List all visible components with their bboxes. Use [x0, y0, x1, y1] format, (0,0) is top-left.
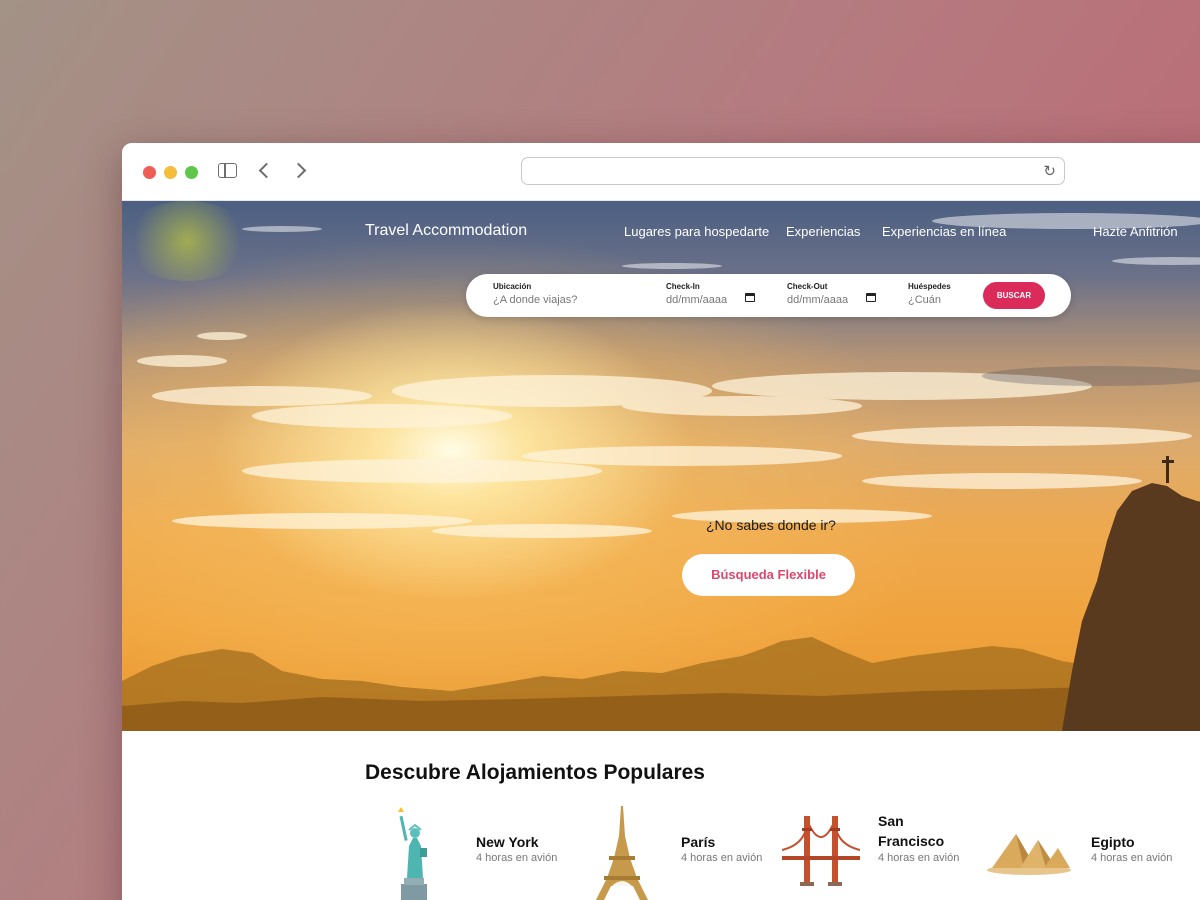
- browser-window: ↻ Travel Accommodation Lugares para hosp…: [122, 143, 1200, 900]
- destination-card-san-francisco[interactable]: San Francisco 4 horas en avión: [782, 806, 982, 900]
- location-input[interactable]: ¿A donde viajas?: [493, 294, 577, 306]
- flexible-prompt: ¿No sabes donde ir?: [706, 517, 836, 533]
- guests-field[interactable]: Huéspedes ¿Cuán: [908, 282, 951, 306]
- destination-name: París: [681, 834, 716, 850]
- forward-arrow-icon[interactable]: [290, 162, 307, 179]
- checkout-field[interactable]: Check-Out dd/mm/aaaa: [787, 282, 848, 306]
- guests-input[interactable]: ¿Cuán: [908, 294, 951, 306]
- statue-of-liberty-icon: [398, 807, 427, 900]
- section-title: Descubre Alojamientos Populares: [365, 761, 705, 784]
- checkin-input[interactable]: dd/mm/aaaa: [666, 294, 727, 306]
- back-arrow-icon[interactable]: [258, 162, 275, 179]
- hero-banner: Travel Accommodation Lugares para hosped…: [122, 201, 1200, 731]
- checkout-input[interactable]: dd/mm/aaaa: [787, 294, 848, 306]
- search-bar: Ubicación ¿A donde viajas? Check-In dd/m…: [466, 274, 1071, 317]
- pyramids-icon: [987, 834, 1071, 875]
- calendar-icon[interactable]: [745, 293, 755, 302]
- destination-subtitle: 4 horas en avión: [681, 852, 763, 864]
- destination-name: San Francisco: [878, 813, 945, 849]
- flexible-search-button[interactable]: Búsqueda Flexible: [682, 554, 855, 596]
- site-logo[interactable]: Travel Accommodation: [365, 222, 527, 240]
- maximize-window-button[interactable]: [185, 166, 198, 179]
- host-link[interactable]: Hazte Anfitrión: [1093, 224, 1178, 239]
- minimize-window-button[interactable]: [164, 166, 177, 179]
- nav-link-lodging[interactable]: Lugares para hospedarte: [624, 224, 769, 239]
- sidebar-toggle-icon[interactable]: [218, 163, 237, 178]
- close-window-button[interactable]: [143, 166, 156, 179]
- location-field[interactable]: Ubicación ¿A donde viajas?: [493, 282, 577, 306]
- destination-card-new-york[interactable]: New York 4 horas en avión: [387, 806, 587, 900]
- destination-subtitle: 4 horas en avión: [1091, 852, 1173, 864]
- address-bar[interactable]: ↻: [521, 157, 1065, 185]
- eiffel-tower-icon: [596, 806, 648, 900]
- location-label: Ubicación: [493, 282, 532, 291]
- checkout-label: Check-Out: [787, 282, 828, 291]
- destination-card-egypt[interactable]: Egipto 4 horas en avión: [986, 806, 1186, 900]
- destination-subtitle: 4 horas en avión: [878, 852, 960, 864]
- search-button[interactable]: BUSCAR: [983, 282, 1045, 309]
- reload-icon[interactable]: ↻: [1043, 162, 1056, 180]
- golden-gate-icon: [782, 816, 860, 886]
- checkin-label: Check-In: [666, 282, 700, 291]
- destination-card-paris[interactable]: París 4 horas en avión: [592, 806, 792, 900]
- popular-section: Descubre Alojamientos Populares New York…: [122, 731, 1200, 900]
- destination-name: Egipto: [1091, 834, 1135, 850]
- checkin-field[interactable]: Check-In dd/mm/aaaa: [666, 282, 727, 306]
- nav-link-experiences[interactable]: Experiencias: [786, 224, 860, 239]
- calendar-icon[interactable]: [866, 293, 876, 302]
- destination-name: New York: [476, 834, 539, 850]
- destination-subtitle: 4 horas en avión: [476, 852, 558, 864]
- browser-toolbar: ↻: [122, 143, 1200, 201]
- guests-label: Huéspedes: [908, 282, 951, 291]
- nav-link-online-experiences[interactable]: Experiencias en línea: [882, 224, 1006, 239]
